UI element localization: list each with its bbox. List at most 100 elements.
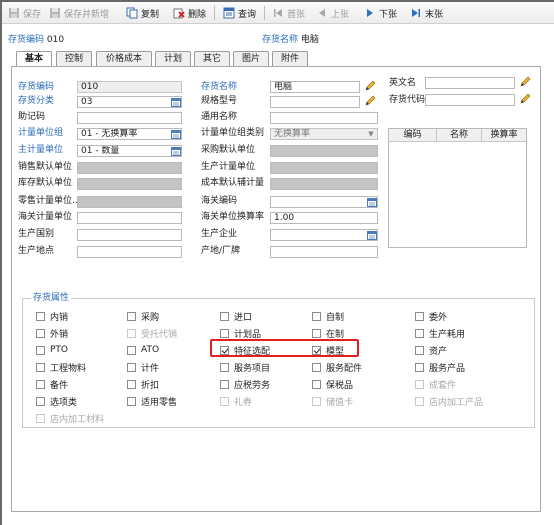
lookup-icon[interactable] (170, 146, 181, 156)
checkbox-box[interactable] (36, 345, 45, 355)
tab-other[interactable]: 其它 (194, 51, 230, 66)
customs-uom-field[interactable] (77, 212, 182, 224)
checkbox-box[interactable] (415, 362, 424, 372)
checkbox-box[interactable] (415, 311, 424, 321)
checkbox-box[interactable] (415, 379, 424, 389)
uom-group-field[interactable]: 01 - 无换算率 (77, 128, 182, 140)
edit-pencil-icon[interactable] (519, 93, 531, 105)
attr-checkbox-discount[interactable]: 折扣 (127, 378, 159, 391)
inv-class-field[interactable]: 03 (77, 96, 182, 108)
inv-name-field[interactable]: 电脑 (270, 81, 360, 93)
cost-uom-field[interactable] (270, 178, 378, 190)
customs-code-field[interactable] (270, 196, 378, 208)
attr-checkbox-export-sale[interactable]: 外销 (36, 327, 68, 340)
retail-uom-field[interactable] (77, 196, 182, 208)
attr-checkbox-asset[interactable]: 资产 (415, 344, 447, 357)
spec-field[interactable] (270, 96, 360, 108)
origin-brand-field[interactable] (270, 246, 378, 258)
checkbox-box[interactable] (127, 345, 136, 355)
mnemonic-field[interactable] (77, 112, 182, 124)
attr-checkbox-prod-consume[interactable]: 生产耗用 (415, 327, 465, 340)
checkbox-box[interactable] (312, 328, 321, 338)
column-header-code[interactable]: 编码 (389, 129, 437, 141)
attr-checkbox-plan-item[interactable]: 计划品 (220, 327, 261, 340)
attr-checkbox-bonded[interactable]: 保税品 (312, 378, 353, 391)
tab-control[interactable]: 控制 (56, 51, 92, 66)
checkbox-box[interactable] (220, 379, 229, 389)
uom-conversion-table[interactable]: 编码 名称 换算率 (388, 128, 527, 248)
origin-country-field[interactable] (77, 229, 182, 241)
column-header-rate[interactable]: 换算率 (482, 129, 526, 141)
attr-checkbox-outsource[interactable]: 委外 (415, 310, 447, 323)
attr-checkbox-stored-card[interactable]: 储值卡 (312, 395, 353, 408)
checkbox-box[interactable] (127, 311, 136, 321)
first-record-button[interactable]: 首张 (272, 5, 305, 21)
attr-checkbox-purchase[interactable]: 采购 (127, 310, 159, 323)
checkbox-box[interactable] (36, 362, 45, 372)
customs-rate-field[interactable]: 1.00 (270, 212, 378, 224)
tab-basic[interactable]: 基本 (16, 51, 52, 67)
last-record-button[interactable]: 末张 (410, 5, 443, 21)
save-and-new-button[interactable]: 保存并新增 (49, 5, 109, 21)
common-name-field[interactable] (270, 112, 378, 124)
checkbox-box[interactable] (127, 328, 136, 338)
inv-code2-field[interactable] (425, 94, 515, 106)
attr-checkbox-inhouse-material[interactable]: 店内加工材料 (36, 412, 104, 425)
tab-image[interactable]: 图片 (233, 51, 269, 66)
checkbox-box[interactable] (312, 362, 321, 372)
prev-record-button[interactable]: 上张 (316, 5, 349, 21)
stock-uom-field[interactable] (77, 178, 182, 190)
production-uom-field[interactable] (270, 162, 378, 174)
attr-checkbox-consign-agent[interactable]: 受托代销 (127, 327, 177, 340)
lookup-icon[interactable] (366, 197, 377, 207)
production-place-field[interactable] (77, 246, 182, 258)
attr-checkbox-wip[interactable]: 在制 (312, 327, 344, 340)
sale-uom-field[interactable] (77, 162, 182, 174)
attr-checkbox-service-item[interactable]: 服务项目 (220, 361, 270, 374)
english-name-field[interactable] (425, 77, 515, 89)
lookup-icon[interactable] (170, 129, 181, 139)
checkbox-box[interactable] (220, 311, 229, 321)
attr-checkbox-pto[interactable]: PTO (36, 344, 68, 356)
attr-checkbox-piece[interactable]: 计件 (127, 361, 159, 374)
attr-checkbox-optional[interactable]: 选项类 (36, 395, 77, 408)
checkbox-box[interactable] (127, 396, 136, 406)
lookup-icon[interactable] (366, 230, 377, 240)
checkbox-box[interactable] (36, 379, 45, 389)
attr-checkbox-kit[interactable]: 成套件 (415, 378, 456, 391)
purchase-uom-field[interactable] (270, 145, 378, 157)
attr-checkbox-spare-part[interactable]: 备件 (36, 378, 68, 391)
checkbox-box[interactable] (36, 396, 45, 406)
checkbox-box[interactable] (220, 362, 229, 372)
tab-price-cost[interactable]: 价格成本 (96, 51, 152, 66)
checkbox-box[interactable] (36, 311, 45, 321)
checkbox-box[interactable] (36, 328, 45, 338)
checkbox-box[interactable] (312, 396, 321, 406)
column-header-name[interactable]: 名称 (437, 129, 482, 141)
attr-checkbox-import[interactable]: 进口 (220, 310, 252, 323)
uom-group-category-select[interactable]: 无换算率 ▼ (270, 128, 378, 140)
checkbox-box[interactable] (312, 311, 321, 321)
attr-checkbox-retail[interactable]: 适用零售 (127, 395, 177, 408)
checkbox-box[interactable] (127, 362, 136, 372)
tab-plan[interactable]: 计划 (155, 51, 191, 66)
next-record-button[interactable]: 下张 (364, 5, 397, 21)
attr-checkbox-service-product[interactable]: 服务产品 (415, 361, 465, 374)
edit-pencil-icon[interactable] (364, 80, 376, 92)
attr-checkbox-inhouse-product[interactable]: 店内加工产品 (415, 395, 483, 408)
attr-checkbox-self-made[interactable]: 自制 (312, 310, 344, 323)
save-button[interactable]: 保存 (8, 5, 41, 21)
copy-button[interactable]: 复制 (126, 5, 159, 21)
attr-checkbox-ato[interactable]: ATO (127, 344, 159, 356)
attr-checkbox-gift[interactable]: 礼券 (220, 395, 252, 408)
attr-checkbox-eng-material[interactable]: 工程物料 (36, 361, 86, 374)
checkbox-box[interactable] (415, 345, 424, 355)
checkbox-box[interactable] (312, 379, 321, 389)
main-uom-field[interactable]: 01 - 数量 (77, 145, 182, 157)
checkbox-box[interactable] (220, 328, 229, 338)
edit-pencil-icon[interactable] (364, 95, 376, 107)
query-button[interactable]: 查询 (223, 5, 256, 21)
attr-checkbox-receivable-service[interactable]: 应税劳务 (220, 378, 270, 391)
tab-attachment[interactable]: 附件 (272, 51, 308, 66)
edit-pencil-icon[interactable] (519, 76, 531, 88)
